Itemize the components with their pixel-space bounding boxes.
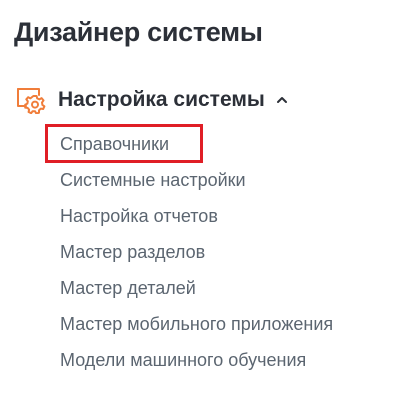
menu-item-ml-models[interactable]: Модели машинного обучения	[60, 342, 333, 378]
menu-item-directories[interactable]: Справочники	[60, 126, 333, 162]
menu-item-detail-wizard[interactable]: Мастер деталей	[60, 270, 333, 306]
menu-item-report-setup[interactable]: Настройка отчетов	[60, 198, 333, 234]
section-header-system-settings[interactable]: Настройка системы	[16, 86, 289, 115]
page-title: Дизайнер системы	[14, 17, 263, 47]
menu-item-system-settings[interactable]: Системные настройки	[60, 162, 333, 198]
chevron-up-icon[interactable]	[275, 93, 289, 107]
menu-item-section-wizard[interactable]: Мастер разделов	[60, 234, 333, 270]
section-title: Настройка системы	[58, 88, 265, 111]
menu-item-mobile-app-wizard[interactable]: Мастер мобильного приложения	[60, 306, 333, 342]
gear-settings-icon	[16, 86, 46, 115]
settings-section: Настройка системы	[16, 86, 289, 115]
section-menu: Справочники Системные настройки Настройк…	[60, 126, 333, 378]
